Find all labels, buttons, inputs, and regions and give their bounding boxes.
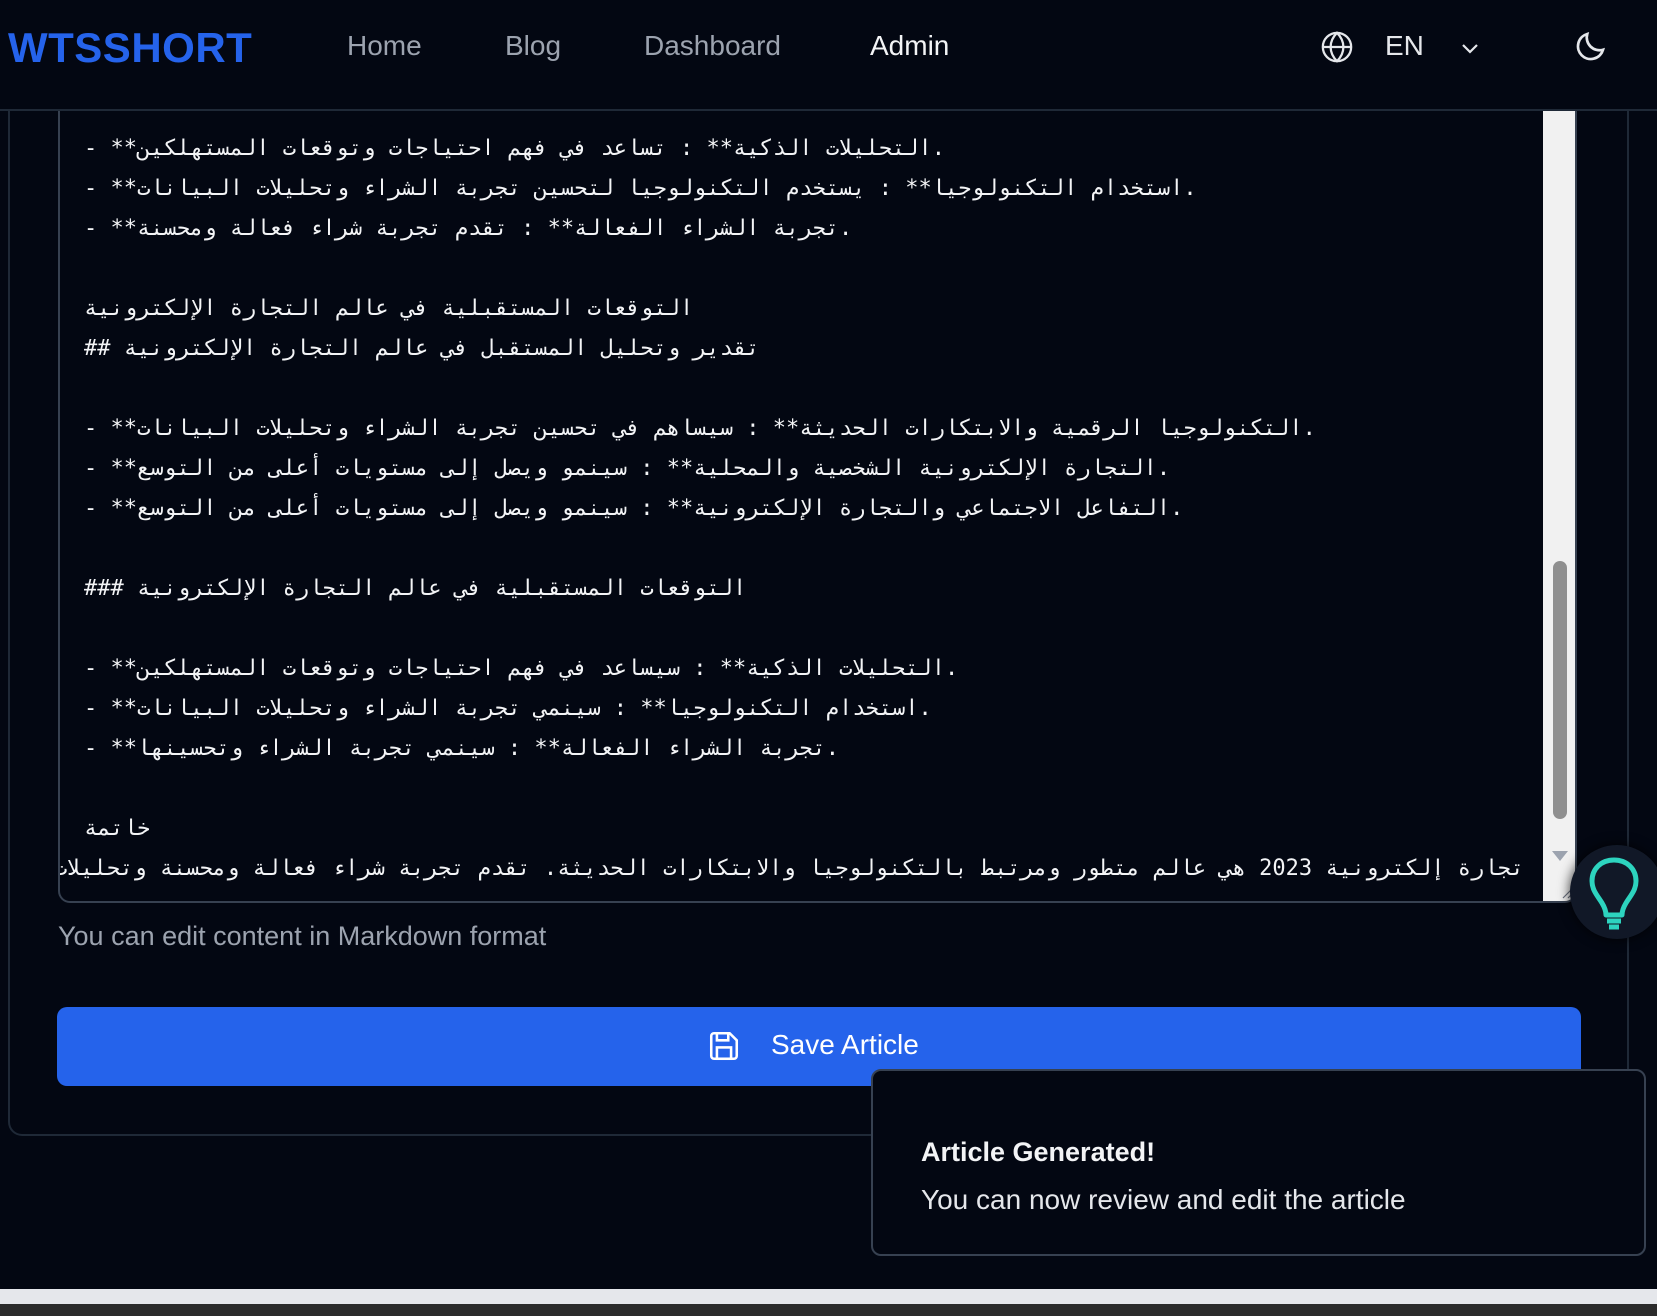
navbar: WTSSHORT Home Blog Dashboard Admin EN [0,0,1657,111]
editor-helper-text: You can edit content in Markdown format [58,921,547,951]
toast-title: Article Generated! [921,1137,1156,1167]
editor-line: - **استخدام التكنولوجيا** : يستخدم التكن… [84,176,1197,201]
editor-line: تجارة إلكترونية 2023 هي عالم متطور ومرتب… [58,856,1524,881]
editor-line: ### التوقعات المستقبلية في عالم التجارة … [84,576,747,601]
nav-home[interactable]: Home [347,30,422,62]
editor-line: - **تجربة الشراء الفعالة** : تقدم تجربة … [84,216,853,241]
editor-line: - **استخدام التكنولوجيا** : سينمي تجربة … [84,696,932,721]
editor-line: - **التحليلات الذكية** : سيساعد في فهم ا… [84,656,959,681]
brand-logo[interactable]: WTSSHORT [8,24,252,72]
toast-description: You can now review and edit the article [921,1184,1406,1215]
taskbar-strip [0,1304,1657,1316]
toast-notification[interactable]: Article Generated! You can now review an… [871,1069,1646,1256]
editor-line: التوقعات المستقبلية في عالم التجارة الإل… [84,296,694,321]
editor-line: - **التجارة الإلكترونية الشخصية والمحلية… [84,456,1171,481]
nav-admin[interactable]: Admin [870,30,949,62]
nav-blog[interactable]: Blog [505,30,561,62]
scrollbar-thumb[interactable] [1553,561,1567,819]
editor-line: خاتمة [84,816,151,841]
globe-icon[interactable] [1320,30,1354,64]
moon-icon[interactable] [1573,28,1609,64]
scroll-down-arrow-icon[interactable] [1550,849,1570,863]
lightbulb-icon [1589,857,1639,930]
save-article-label: Save Article [771,1029,919,1060]
editor-scrollbar[interactable] [1543,111,1575,901]
editor-line: - **التحليلات الذكية** : تساعد في فهم اح… [84,136,945,161]
chevron-down-icon[interactable] [1458,36,1482,60]
floating-assistant-button[interactable] [1570,845,1657,939]
language-selector[interactable]: EN [1385,30,1424,62]
editor-content[interactable]: - **التحليلات الذكية** : تساعد في فهم اح… [58,129,1524,889]
editor-line: - **التكنولوجيا الرقمية والابتكارات الحد… [84,416,1316,441]
markdown-editor[interactable]: - **التحليلات الذكية** : تساعد في فهم اح… [58,111,1577,903]
editor-line: - **التفاعل الاجتماعي والتجارة الإلكترون… [84,496,1184,521]
editor-line: - **تجربة الشراء الفعالة** : سينمي تجربة… [84,736,839,761]
nav-dashboard[interactable]: Dashboard [644,30,781,62]
editor-line: ## تقدير وتحليل المستقبل في عالم التجارة… [84,336,760,361]
save-icon [709,1031,739,1061]
